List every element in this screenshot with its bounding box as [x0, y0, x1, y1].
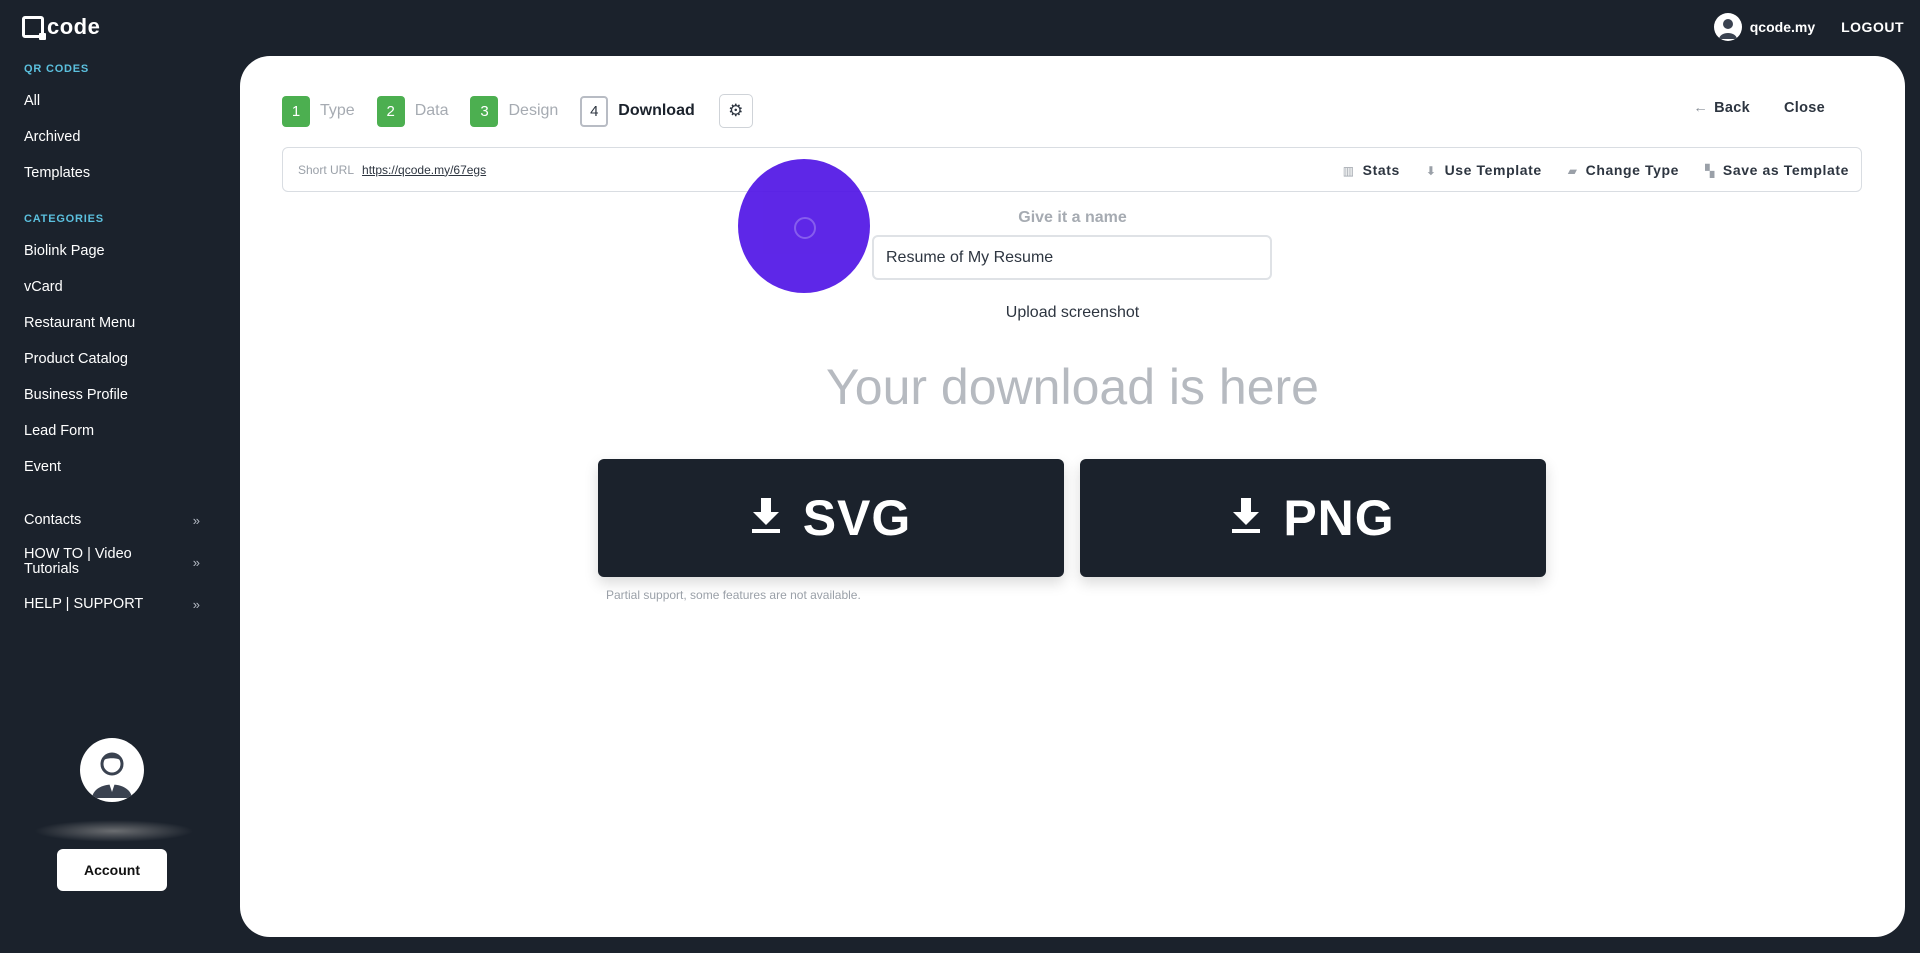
name-section-title: Give it a name [1018, 209, 1127, 226]
profile-name-placeholder [34, 820, 194, 842]
top-right-nav: qcode.my LOGOUT [1713, 13, 1904, 41]
template-icon: ▚ [1705, 163, 1715, 178]
upload-screenshot-link: Upload screenshot [240, 304, 1905, 322]
download-png-button[interactable]: PNG [1080, 459, 1546, 577]
close-button[interactable]: Close [1784, 100, 1825, 116]
step-label: Data [414, 102, 449, 119]
cursor-click-indicator [738, 159, 870, 293]
user-name: qcode.my [1749, 19, 1816, 35]
change-type-button[interactable]: ▰ Change Type [1568, 162, 1679, 178]
download-icon [751, 497, 781, 539]
download-icon: ⬇ [1425, 163, 1437, 178]
sidebar-group-label: Contacts [24, 512, 82, 528]
double-chevron-right-icon: » [192, 512, 200, 528]
sidebar-group-contacts[interactable]: Contacts » [0, 499, 240, 541]
sidebar-item-business-profile[interactable]: Business Profile [0, 377, 240, 413]
qr-logo-icon [22, 16, 46, 40]
back-button[interactable]: ← Back [1693, 100, 1750, 116]
categories-section-title: CATEGORIES [24, 213, 104, 225]
sidebar-group-help-support[interactable]: HELP | SUPPORT » [0, 583, 240, 625]
svg-support-note: Partial support, some features are not a… [606, 588, 861, 602]
double-chevron-right-icon: » [192, 554, 200, 570]
download-title: Your download is here [826, 359, 1319, 415]
step-number: 1 [282, 95, 310, 127]
bar-chart-icon: ▥ [1342, 163, 1355, 178]
wizard-steps: 1 Type 2 Data 3 Design 4 Download ⚙ [282, 94, 753, 128]
download-icon [1231, 497, 1261, 539]
file-icon: ▰ [1567, 163, 1578, 178]
sidebar-group-label: HELP | SUPPORT [24, 596, 144, 612]
user-menu[interactable]: qcode.my [1713, 13, 1816, 41]
logout-button[interactable]: LOGOUT [1841, 19, 1904, 35]
qr-codes-section-title: QR CODES [24, 63, 90, 75]
step-data[interactable]: 2 Data [376, 95, 449, 127]
short-url-bar: Short URL https://qcode.my/67egs ▥ Stats … [282, 147, 1862, 192]
download-png-label: PNG [1283, 490, 1395, 546]
main-panel: 1 Type 2 Data 3 Design 4 Download ⚙ ← Bac… [240, 56, 1905, 937]
step-label: Type [320, 102, 355, 119]
logo[interactable]: code [22, 14, 100, 40]
double-chevron-right-icon: » [192, 596, 200, 612]
sidebar-item-vcard[interactable]: vCard [0, 269, 240, 305]
step-number: 2 [376, 95, 405, 127]
sidebar-item-restaurant-menu[interactable]: Restaurant Menu [0, 305, 240, 341]
profile-avatar-icon[interactable] [80, 738, 144, 802]
use-template-button[interactable]: ⬇ Use Template [1426, 162, 1542, 178]
sidebar: QR CODES All Archived Templates CATEGORI… [0, 46, 240, 953]
step-type[interactable]: 1 Type [282, 95, 355, 127]
sidebar-group-video-tutorials[interactable]: HOW TO | Video Tutorials » [0, 541, 240, 583]
gear-icon: ⚙ [728, 101, 744, 120]
short-url-link[interactable]: https://qcode.my/67egs [362, 163, 486, 177]
save-as-template-button[interactable]: ▚ Save as Template [1705, 162, 1849, 178]
download-svg-button[interactable]: SVG [598, 459, 1064, 577]
sidebar-item-biolink-page[interactable]: Biolink Page [0, 233, 240, 269]
short-url-label: Short URL [298, 162, 355, 177]
stats-label: Stats [1362, 161, 1400, 178]
top-actions: ← Back Close [1693, 100, 1825, 116]
sidebar-item-lead-form[interactable]: Lead Form [0, 413, 240, 449]
step-design[interactable]: 3 Design [470, 95, 559, 127]
step-label: Design [508, 102, 559, 119]
sidebar-item-templates[interactable]: Templates [0, 155, 240, 191]
logo-text: code [47, 14, 101, 39]
sidebar-item-all[interactable]: All [0, 83, 240, 119]
step-label: Download [618, 102, 695, 119]
sidebar-item-product-catalog[interactable]: Product Catalog [0, 341, 240, 377]
use-template-label: Use Template [1444, 161, 1542, 178]
upload-screenshot-label[interactable]: Upload screenshot [1006, 304, 1139, 321]
stats-button[interactable]: ▥ Stats [1343, 162, 1400, 178]
user-avatar-icon [1713, 13, 1742, 41]
change-type-label: Change Type [1585, 161, 1680, 178]
settings-button[interactable]: ⚙ [718, 94, 753, 128]
sidebar-item-event[interactable]: Event [0, 449, 240, 485]
save-as-template-label: Save as Template [1722, 161, 1849, 178]
qr-name-input[interactable] [872, 235, 1272, 280]
arrow-left-icon: ← [1693, 100, 1709, 116]
download-svg-label: SVG [802, 490, 912, 546]
step-download[interactable]: 4 Download [580, 95, 695, 127]
step-number: 3 [470, 95, 499, 127]
step-number: 4 [580, 95, 609, 127]
url-actions: ▥ Stats ⬇ Use Template ▰ Change Type ▚ Save … [1343, 148, 1849, 191]
sidebar-group-label: HOW TO | Video Tutorials [24, 546, 132, 577]
back-label: Back [1714, 100, 1750, 116]
sidebar-item-archived[interactable]: Archived [0, 119, 240, 155]
account-button[interactable]: Account [57, 849, 167, 891]
